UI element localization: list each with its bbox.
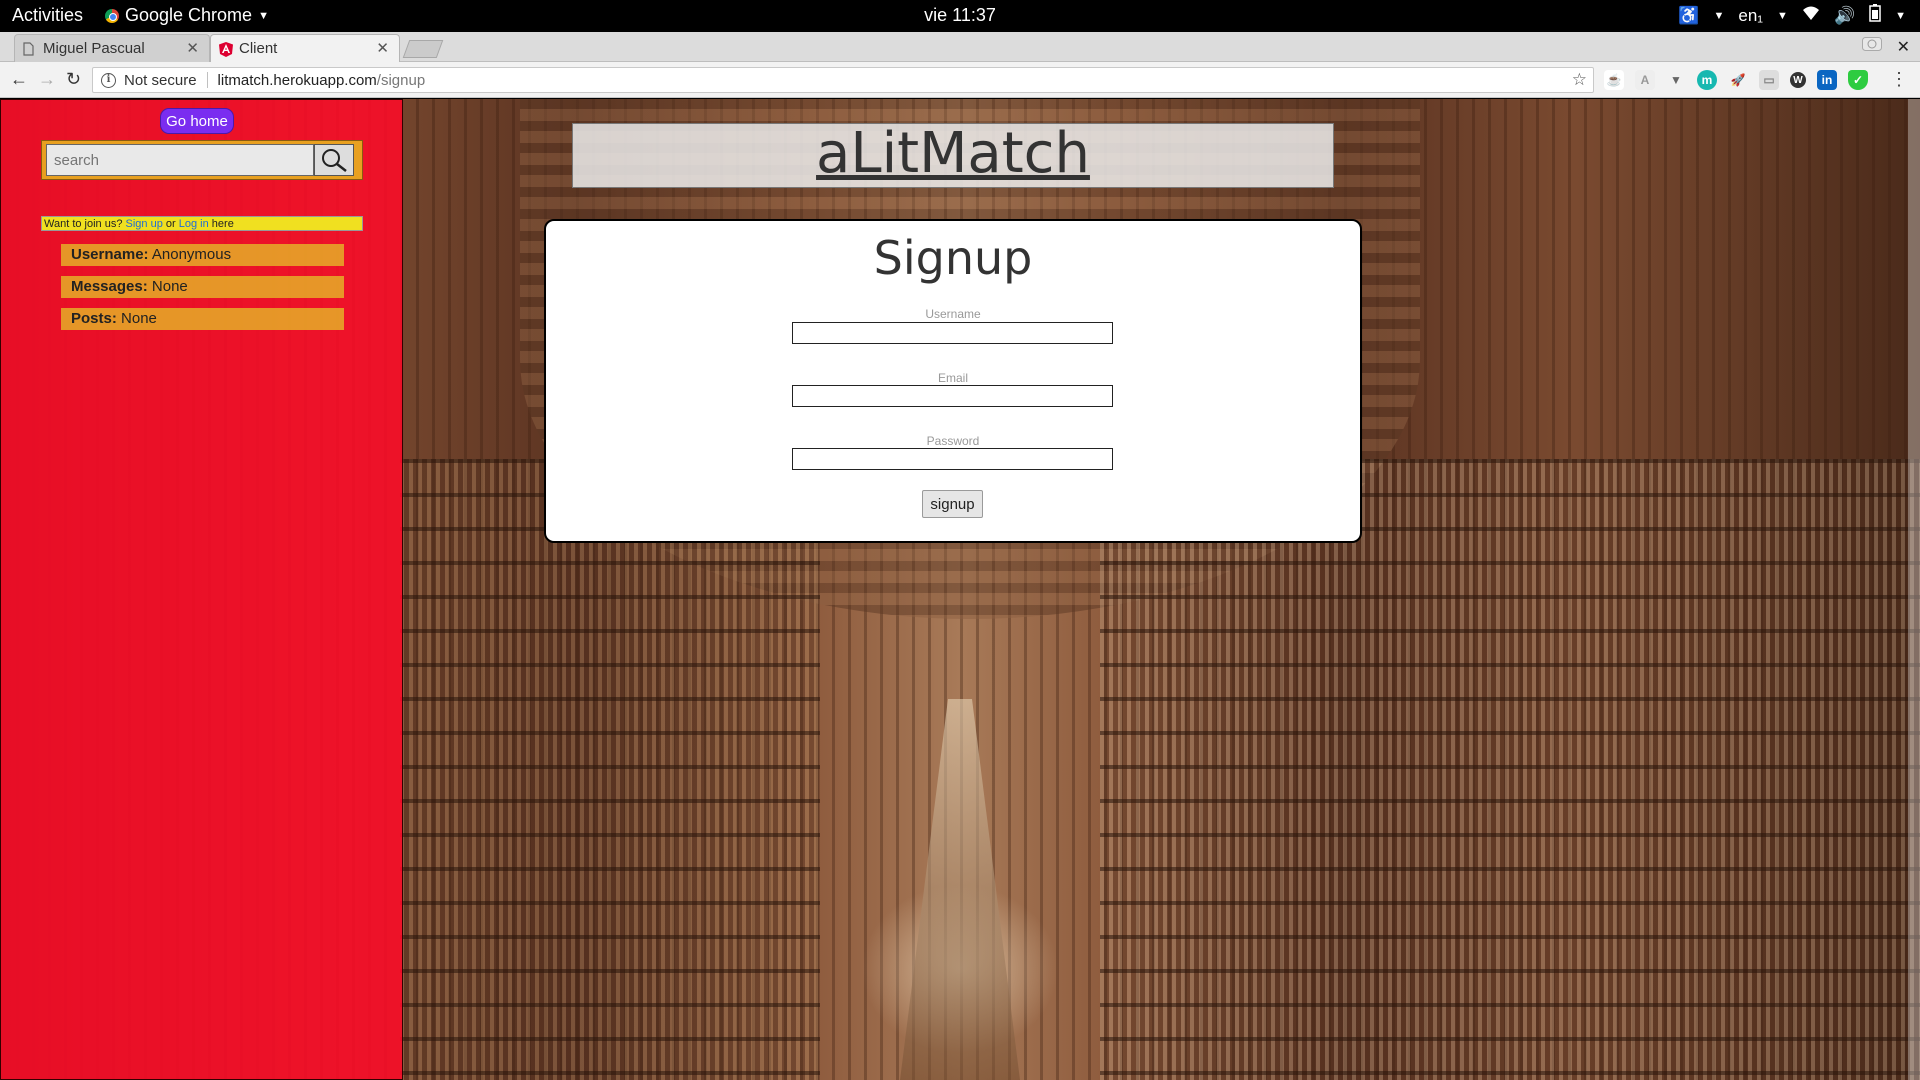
security-label[interactable]: Not secure [124,72,197,89]
tab-title: Miguel Pascual [43,40,145,57]
close-icon[interactable]: ✕ [186,39,199,57]
username-field[interactable] [792,322,1113,344]
background-bookshelves [1100,459,1920,1080]
extensions-bar: ☕ A ▼ m 🚀 ▭ W in ✓ [1604,70,1868,90]
chevron-down-icon: ▼ [1895,9,1906,22]
more-options-icon[interactable]: ⋮ [1890,69,1908,90]
wifi-icon[interactable] [1802,5,1820,26]
join-or: or [165,218,176,230]
tab-miguel-pascual[interactable]: Miguel Pascual ✕ [14,34,210,62]
go-home-button[interactable]: Go home [160,108,234,134]
url-host: litmatch.herokuapp.com [217,71,377,89]
chevron-down-icon: ▼ [1777,9,1788,22]
accessibility-icon[interactable]: ♿ [1678,6,1699,26]
new-tab-button[interactable] [402,40,444,58]
back-arrow-icon[interactable]: ← [10,69,28,90]
posts-info: Posts: None [61,308,344,330]
info-value: Anonymous [151,246,232,263]
join-prompt: Want to join us? Sign up or Log in here [41,216,363,231]
password-label: Password [926,434,980,448]
window-close-icon[interactable]: ✕ [1897,37,1910,57]
battery-icon[interactable] [1869,4,1881,27]
keyboard-layout[interactable]: en₁ [1738,6,1763,26]
bookmark-star-icon[interactable]: ☆ [1572,70,1587,90]
chrome-icon [105,8,119,23]
extension-icon[interactable]: A [1635,70,1655,90]
background-bookshelves [400,459,820,1080]
info-value: None [151,278,188,295]
divider [206,72,208,88]
email-label: Email [937,371,968,385]
info-label: Username: [71,246,149,263]
page-title: Signup [873,231,1033,285]
info-icon[interactable]: i [101,72,116,88]
email-field[interactable] [792,385,1113,407]
angular-icon [219,42,233,61]
clock[interactable]: vie 11:37 [0,5,1920,26]
extension-icon[interactable]: ▭ [1759,70,1779,90]
page-viewport: Go home Want to join us? Sign up or Log … [0,99,1920,1080]
sidebar: Go home Want to join us? Sign up or Log … [0,99,403,1080]
volume-icon[interactable]: 🔊 [1834,6,1855,26]
close-icon[interactable]: ✕ [376,39,389,57]
tab-strip: Miguel Pascual ✕ Client ✕ ✕ [0,32,1920,62]
system-tray: ♿ ▼ en₁ ▼ 🔊 ▼ [1678,4,1906,27]
search-button[interactable] [314,144,354,176]
search-icon [322,149,347,172]
join-prefix: Want to join us? [44,218,123,230]
extension-icon[interactable]: ▼ [1666,70,1686,90]
extension-icon[interactable]: ☕ [1604,70,1624,90]
username-label: Username [925,307,981,321]
chevron-down-icon: ▼ [1713,9,1725,22]
extension-icon[interactable]: m [1697,70,1717,90]
extension-icon[interactable]: W [1790,72,1806,88]
search-bar [41,140,363,180]
chevron-down-icon: ▼ [258,9,269,22]
signup-link[interactable]: Sign up [126,218,163,230]
scrollbar[interactable] [1908,99,1920,1080]
page-icon [23,42,34,60]
app-menu-label: Google Chrome [125,5,253,25]
shield-icon[interactable]: ✓ [1848,70,1868,90]
signup-button[interactable]: signup [922,490,983,518]
password-field[interactable] [792,448,1113,470]
tab-client[interactable]: Client ✕ [210,34,400,62]
toolbar: ← → ↻ i Not secure litmatch.herokuapp.co… [0,62,1920,98]
reload-icon[interactable]: ↻ [66,69,81,90]
system-top-bar: Activities Google Chrome ▼ vie 11:37 ♿ ▼… [0,0,1920,32]
username-info: Username: Anonymous [61,244,344,266]
background-aisle [900,699,1020,1080]
forward-arrow-icon[interactable]: → [38,69,56,90]
profile-icon[interactable] [1862,37,1882,56]
url-path: /signup [376,71,426,89]
tab-title: Client [239,40,278,57]
search-input[interactable] [46,144,314,176]
site-header: aLitMatch [572,123,1334,188]
activities-button[interactable]: Activities [12,5,83,26]
linkedin-icon[interactable]: in [1817,70,1837,90]
info-label: Posts: [71,310,117,327]
info-value: None [121,310,157,327]
signup-form: Signup Username Email Password signup [544,219,1362,543]
login-link[interactable]: Log in [179,218,209,230]
app-menu[interactable]: Google Chrome ▼ [105,5,269,26]
join-suffix: here [211,218,234,230]
messages-info: Messages: None [61,276,344,298]
address-bar[interactable]: i Not secure litmatch.herokuapp.com/sign… [92,67,1594,93]
site-title-link[interactable]: aLitMatch [816,121,1090,186]
info-label: Messages: [71,278,148,295]
rocket-icon[interactable]: 🚀 [1728,70,1748,90]
